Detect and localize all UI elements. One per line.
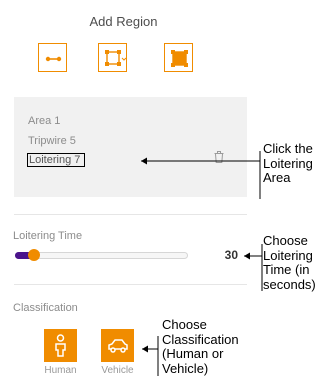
annotation-area: Click the Loitering Area	[263, 141, 313, 185]
annotation-time: Choose Loitering Time (in seconds)	[263, 233, 316, 292]
annotation-classification: Choose Classification (Human or Vehicle)	[162, 317, 239, 376]
